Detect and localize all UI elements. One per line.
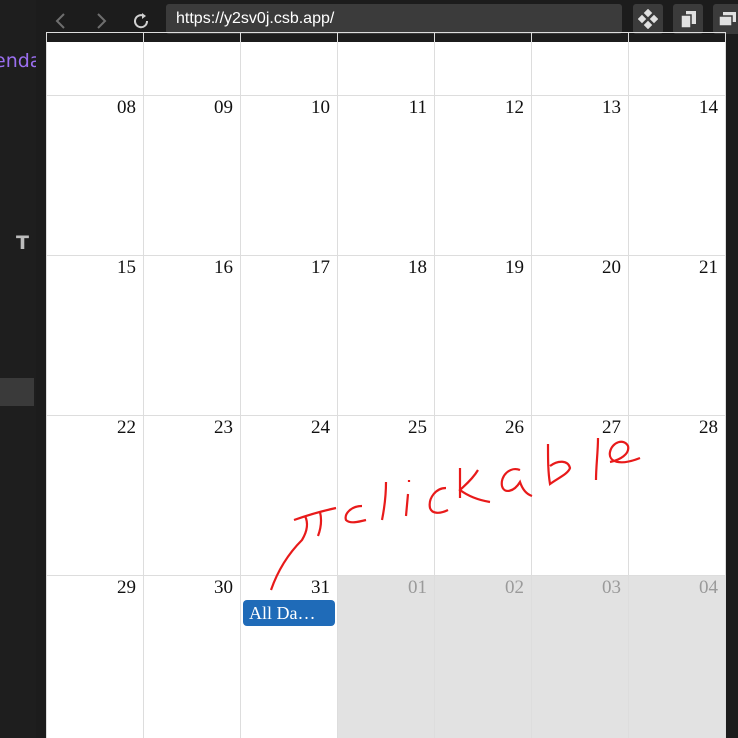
reload-button[interactable] (128, 8, 154, 34)
copy-icon (680, 11, 696, 29)
day-cell[interactable]: 16 (143, 255, 240, 415)
day-cell[interactable]: 23 (143, 415, 240, 575)
day-number: 23 (214, 417, 233, 438)
day-cell[interactable]: 24 (240, 415, 337, 575)
sidebar-title-fragment: enda (0, 50, 36, 72)
day-cell[interactable]: 10 (240, 95, 337, 255)
day-cell[interactable]: 20 (531, 255, 628, 415)
day-number: 25 (408, 417, 427, 438)
day-cell[interactable]: 17 (240, 255, 337, 415)
day-cell[interactable]: 01 (337, 575, 434, 738)
day-cell[interactable]: 13 (531, 95, 628, 255)
chevron-left-icon (55, 13, 65, 29)
day-cell[interactable]: 15 (46, 255, 143, 415)
day-number: 12 (505, 97, 524, 118)
day-cell[interactable]: 03 (531, 575, 628, 738)
day-cell[interactable]: 21 (628, 255, 726, 415)
day-number: 04 (699, 577, 718, 598)
day-cell[interactable]: 18 (337, 255, 434, 415)
left-sidebar: enda T (0, 0, 36, 738)
windows-icon (718, 12, 736, 27)
day-cell[interactable]: 12 (434, 95, 531, 255)
chevron-right-icon (97, 13, 107, 29)
day-number: 14 (699, 97, 718, 118)
extension-icon (638, 9, 658, 29)
day-number: 03 (602, 577, 621, 598)
day-cell[interactable]: 31 All Da… (240, 575, 337, 738)
day-number: 21 (699, 257, 718, 278)
day-number: 27 (602, 417, 621, 438)
day-cell[interactable]: 29 (46, 575, 143, 738)
day-number: 30 (214, 577, 233, 598)
day-number: 20 (602, 257, 621, 278)
reload-icon (134, 13, 149, 29)
day-cell[interactable] (337, 32, 434, 95)
day-cell[interactable]: 26 (434, 415, 531, 575)
calendar-viewport: 08 09 10 11 12 13 14 15 16 17 18 19 20 21 22 23 24 25 26 27… (36, 32, 738, 738)
back-button[interactable] (48, 8, 74, 34)
day-number: 28 (699, 417, 718, 438)
day-cell[interactable] (143, 32, 240, 95)
day-number: 24 (311, 417, 330, 438)
day-number: 11 (408, 97, 427, 118)
day-cell[interactable]: 22 (46, 415, 143, 575)
sidebar-selected-item[interactable] (0, 378, 34, 406)
all-day-event[interactable]: All Da… (243, 600, 335, 626)
day-number: 26 (505, 417, 524, 438)
extension-button[interactable] (633, 4, 663, 34)
copy-button[interactable] (673, 4, 703, 34)
day-number: 19 (505, 257, 524, 278)
day-number: 29 (117, 577, 136, 598)
day-cell[interactable] (46, 32, 143, 95)
day-number: 08 (117, 97, 136, 118)
day-cell[interactable]: 04 (628, 575, 726, 738)
day-cell[interactable]: 08 (46, 95, 143, 255)
day-cell[interactable]: 09 (143, 95, 240, 255)
day-number: 18 (408, 257, 427, 278)
day-cell[interactable]: 30 (143, 575, 240, 738)
day-cell[interactable] (240, 32, 337, 95)
day-number: 09 (214, 97, 233, 118)
day-cell[interactable]: 25 (337, 415, 434, 575)
month-grid: 08 09 10 11 12 13 14 15 16 17 18 19 20 21 22 23 24 25 26 27… (46, 32, 726, 738)
day-number: 31 (311, 577, 330, 598)
day-cell[interactable]: 19 (434, 255, 531, 415)
day-cell[interactable] (434, 32, 531, 95)
day-number: 22 (117, 417, 136, 438)
day-number: 16 (214, 257, 233, 278)
day-cell[interactable]: 14 (628, 95, 726, 255)
day-cell[interactable]: 11 (337, 95, 434, 255)
calendar-panel: 08 09 10 11 12 13 14 15 16 17 18 19 20 21 22 23 24 25 26 27… (46, 32, 726, 738)
sidebar-t-label[interactable]: T (16, 232, 29, 254)
windows-button[interactable] (713, 4, 738, 34)
day-number: 17 (311, 257, 330, 278)
day-cell[interactable] (531, 32, 628, 95)
day-cell[interactable]: 02 (434, 575, 531, 738)
day-cell[interactable] (628, 32, 726, 95)
address-bar[interactable]: https://y2sv0j.csb.app/ (166, 4, 622, 34)
day-cell[interactable]: 28 (628, 415, 726, 575)
day-number: 01 (408, 577, 427, 598)
day-cell[interactable]: 27 (531, 415, 628, 575)
forward-button[interactable] (88, 8, 114, 34)
day-number: 10 (311, 97, 330, 118)
day-number: 15 (117, 257, 136, 278)
day-number: 13 (602, 97, 621, 118)
day-number: 02 (505, 577, 524, 598)
